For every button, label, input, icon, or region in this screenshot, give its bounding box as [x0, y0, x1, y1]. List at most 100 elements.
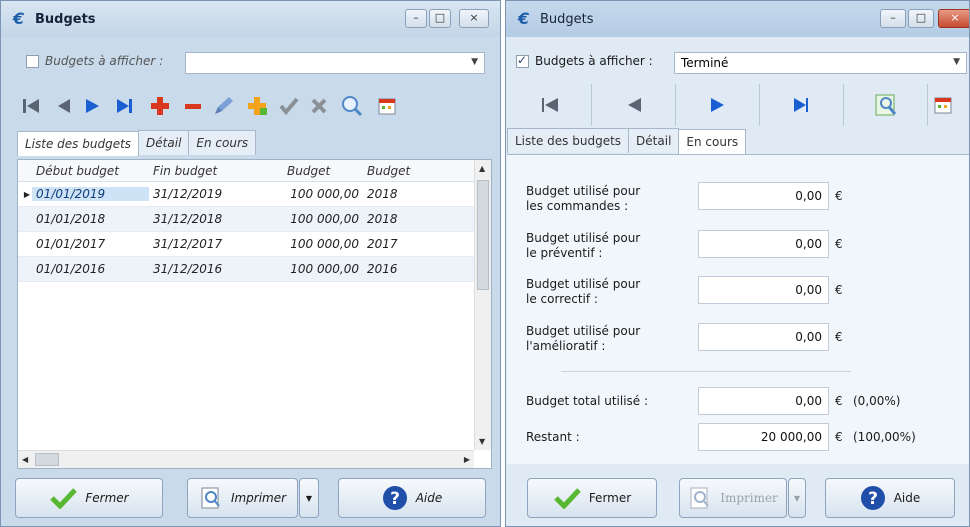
- scrollbar-thumb[interactable]: [477, 180, 489, 290]
- table-cell: 2018: [367, 212, 398, 226]
- add-button[interactable]: [142, 87, 178, 125]
- currency-unit: €: [835, 237, 843, 251]
- calendar-button[interactable]: [370, 87, 404, 125]
- scroll-up-icon[interactable]: ▲: [479, 164, 485, 173]
- currency-unit: €: [835, 330, 843, 344]
- last-record-button[interactable]: [760, 84, 844, 126]
- remaining-percentage: (100,00%): [853, 430, 916, 444]
- budgets-window-in-progress: € Budgets – □ × Budgets à afficher : Ter…: [505, 0, 970, 527]
- budgets-window-list: € Budgets – □ × Budgets à afficher : ▼ L…: [0, 0, 501, 527]
- scroll-right-icon[interactable]: ▶: [464, 455, 470, 464]
- print-icon: [201, 487, 220, 509]
- orders-budget-field[interactable]: 0,00: [698, 182, 829, 210]
- currency-unit: €: [835, 394, 843, 408]
- first-record-button[interactable]: [14, 87, 48, 125]
- filter-row: Budgets à afficher :: [516, 53, 653, 68]
- print-button[interactable]: Imprimer: [187, 478, 298, 518]
- vertical-scrollbar[interactable]: ▲ ▼: [474, 160, 491, 450]
- table-row[interactable]: 01/01/2016 31/12/2016 100 000,00 2016: [18, 257, 491, 282]
- tab-budget-list[interactable]: Liste des budgets: [507, 128, 630, 153]
- calendar-button[interactable]: [928, 84, 958, 126]
- scrollbar-thumb[interactable]: [35, 453, 59, 466]
- print-icon: [690, 487, 709, 509]
- table-cell: 31/12/2018: [153, 212, 223, 226]
- column-header[interactable]: Début budget: [32, 164, 149, 178]
- help-button-label: Aide: [893, 491, 921, 505]
- improvement-budget-field[interactable]: 0,00: [698, 323, 829, 351]
- table-row[interactable]: ▶ 01/01/2019 31/12/2019 100 000,00 2018: [18, 182, 491, 207]
- column-header[interactable]: Budget: [363, 164, 463, 178]
- tab-in-progress[interactable]: En cours: [188, 130, 257, 155]
- search-button[interactable]: [844, 84, 928, 126]
- help-button[interactable]: ? Aide: [338, 478, 486, 518]
- filter-label: Budgets à afficher :: [535, 54, 653, 68]
- toolbar: [14, 87, 404, 125]
- chevron-down-icon: ▼: [793, 493, 801, 503]
- total-budget-field[interactable]: 0,00: [698, 387, 829, 415]
- minimize-button[interactable]: –: [880, 9, 906, 28]
- chevron-down-icon: ▼: [305, 493, 313, 503]
- close-window-button[interactable]: ×: [459, 9, 489, 28]
- print-button-label: Imprimer: [230, 491, 287, 505]
- tab-in-progress[interactable]: En cours: [678, 129, 747, 154]
- maximize-button[interactable]: □: [908, 9, 934, 28]
- previous-record-button[interactable]: [592, 84, 676, 126]
- help-button[interactable]: ? Aide: [825, 478, 955, 518]
- next-record-button[interactable]: [676, 84, 760, 126]
- field-label-remaining: Restant :: [526, 430, 580, 444]
- tab-detail[interactable]: Détail: [138, 130, 190, 155]
- column-header[interactable]: Budget: [283, 164, 363, 178]
- add-icon: [151, 97, 169, 115]
- validate-button[interactable]: [274, 87, 304, 125]
- filter-checkbox[interactable]: [516, 53, 529, 68]
- table-cell: 31/12/2017: [153, 237, 223, 251]
- next-record-icon: [86, 99, 99, 113]
- field-label-corrective: Budget utilisé pour le correctif :: [526, 277, 641, 306]
- help-icon: ?: [860, 486, 885, 510]
- maximize-button[interactable]: □: [429, 9, 451, 28]
- edit-button[interactable]: [208, 87, 240, 125]
- close-window-button[interactable]: ×: [938, 9, 969, 28]
- remaining-budget-field[interactable]: 20 000,00: [698, 423, 829, 451]
- column-header[interactable]: Fin budget: [149, 164, 283, 178]
- scroll-down-icon[interactable]: ▼: [479, 437, 485, 446]
- check-icon: [50, 488, 78, 509]
- window-title: Budgets: [540, 11, 594, 27]
- first-record-icon: [541, 98, 558, 112]
- last-record-button[interactable]: [108, 87, 142, 125]
- table-cell: 100 000,00: [290, 237, 359, 251]
- remove-button[interactable]: [178, 87, 208, 125]
- minimize-button[interactable]: –: [405, 9, 427, 28]
- search-button[interactable]: [334, 87, 370, 125]
- table-cell: 01/01/2017: [36, 237, 106, 251]
- row-indicator-icon: ▶: [23, 189, 31, 199]
- filter-checkbox[interactable]: [26, 54, 39, 68]
- table-cell: 2016: [367, 262, 398, 276]
- close-button[interactable]: Fermer: [15, 478, 163, 518]
- tab-detail[interactable]: Détail: [628, 128, 680, 153]
- tab-budget-list[interactable]: Liste des budgets: [17, 131, 140, 156]
- table-cell: 100 000,00: [290, 212, 359, 226]
- table-row[interactable]: 01/01/2018 31/12/2018 100 000,00 2018: [18, 207, 491, 232]
- scroll-left-icon[interactable]: ◀: [22, 455, 28, 464]
- filter-select-value: Terminé: [681, 56, 729, 70]
- first-record-button[interactable]: [508, 84, 592, 126]
- svg-text:?: ?: [390, 489, 400, 509]
- preventive-budget-field[interactable]: 0,00: [698, 230, 829, 258]
- horizontal-scrollbar[interactable]: ◀ ▶: [18, 450, 474, 468]
- corrective-budget-field[interactable]: 0,00: [698, 276, 829, 304]
- print-options-button[interactable]: ▼: [788, 478, 806, 518]
- close-button[interactable]: Fermer: [527, 478, 657, 518]
- app-icon: €: [13, 9, 25, 28]
- calendar-icon: [378, 98, 396, 115]
- next-record-button[interactable]: [78, 87, 108, 125]
- cancel-button[interactable]: [304, 87, 334, 125]
- filter-select[interactable]: ▼: [185, 52, 485, 74]
- filter-select[interactable]: Terminé ▼: [674, 52, 967, 74]
- print-button[interactable]: Imprimer: [679, 478, 787, 518]
- table-row[interactable]: 01/01/2017 31/12/2017 100 000,00 2017: [18, 232, 491, 257]
- print-options-button[interactable]: ▼: [299, 478, 319, 518]
- previous-record-button[interactable]: [48, 87, 78, 125]
- check-icon: [554, 488, 581, 509]
- duplicate-button[interactable]: [240, 87, 274, 125]
